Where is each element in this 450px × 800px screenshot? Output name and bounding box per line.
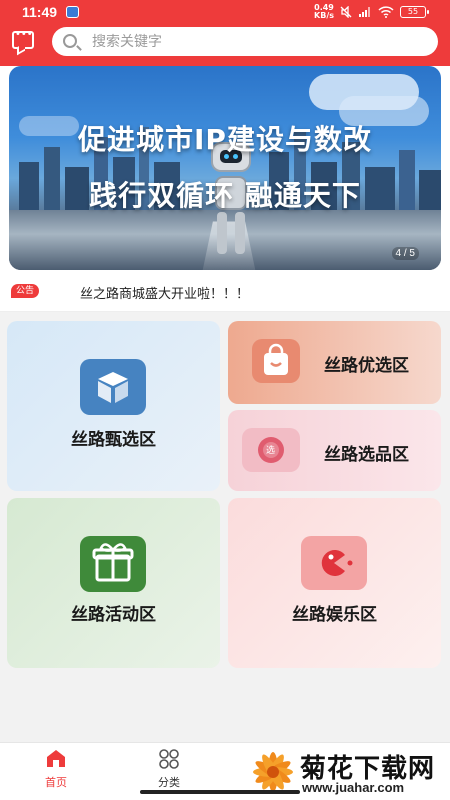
banner-carousel[interactable]: 促进城市IP建设与数改 践行双循环 融通天下 4 / 5 — [9, 66, 441, 270]
game-face-icon — [301, 536, 367, 590]
search-icon — [63, 34, 77, 48]
message-icon[interactable] — [12, 29, 34, 49]
zone-card-preferred[interactable]: 丝路优选区 — [228, 321, 441, 404]
search-bar[interactable] — [52, 27, 438, 56]
signal-icon — [359, 7, 370, 17]
select-badge-icon: 选 — [242, 428, 300, 472]
watermark-url: www.juahar.com — [302, 780, 405, 795]
zone-label: 丝路娱乐区 — [292, 605, 377, 625]
mute-icon — [340, 6, 352, 18]
banner-headline-1: 促进城市IP建设与数改 — [78, 123, 372, 156]
status-right-icons: 0.49 KB/s 55 — [314, 3, 429, 20]
zone-label: 丝路甄选区 — [71, 430, 156, 450]
home-icon — [47, 750, 65, 767]
category-icon — [159, 749, 179, 769]
battery-indicator: 55 — [400, 6, 429, 18]
nav-label: 分类 — [158, 776, 180, 789]
box-icon — [80, 359, 146, 415]
announcement-text: 丝之路商城盛大开业啦！！！ — [80, 287, 250, 302]
zone-card-selection[interactable]: 选 丝路选品区 — [228, 410, 441, 491]
gesture-home-bar[interactable] — [140, 790, 300, 794]
app-notification-icon — [66, 6, 79, 18]
zone-card-activity[interactable]: 丝路活动区 — [7, 498, 220, 668]
nav-label: 首页 — [45, 776, 67, 789]
zone-card-curated[interactable]: 丝路甄选区 — [7, 321, 220, 491]
nav-home[interactable]: 首页 — [26, 745, 86, 789]
announcement-tag: 公告 — [11, 284, 40, 298]
banner-page-indicator: 4 / 5 — [391, 247, 419, 260]
gift-icon — [80, 536, 146, 592]
zone-label: 丝路选品区 — [324, 445, 409, 465]
search-input[interactable] — [92, 31, 422, 52]
network-speed: 0.49 KB/s — [314, 3, 334, 20]
banner-section: 促进城市IP建设与数改 践行双循环 融通天下 4 / 5 — [0, 66, 450, 272]
shopping-bag-icon — [252, 339, 300, 383]
announcement-bar[interactable]: 公告 丝之路商城盛大开业啦！！！ — [0, 272, 450, 312]
zone-label: 丝路优选区 — [324, 356, 409, 376]
top-header: 11:49 0.49 KB/s 55 — [0, 0, 450, 66]
wifi-icon — [378, 6, 394, 18]
banner-headline-2: 践行双循环 融通天下 — [89, 179, 361, 212]
zone-label: 丝路活动区 — [71, 605, 156, 625]
status-time: 11:49 — [22, 4, 58, 20]
zone-card-entertainment[interactable]: 丝路娱乐区 — [228, 498, 441, 668]
select-badge-text: 选 — [266, 446, 276, 456]
status-bar: 11:49 0.49 KB/s 55 — [0, 0, 450, 24]
nav-category[interactable]: 分类 — [139, 745, 199, 789]
